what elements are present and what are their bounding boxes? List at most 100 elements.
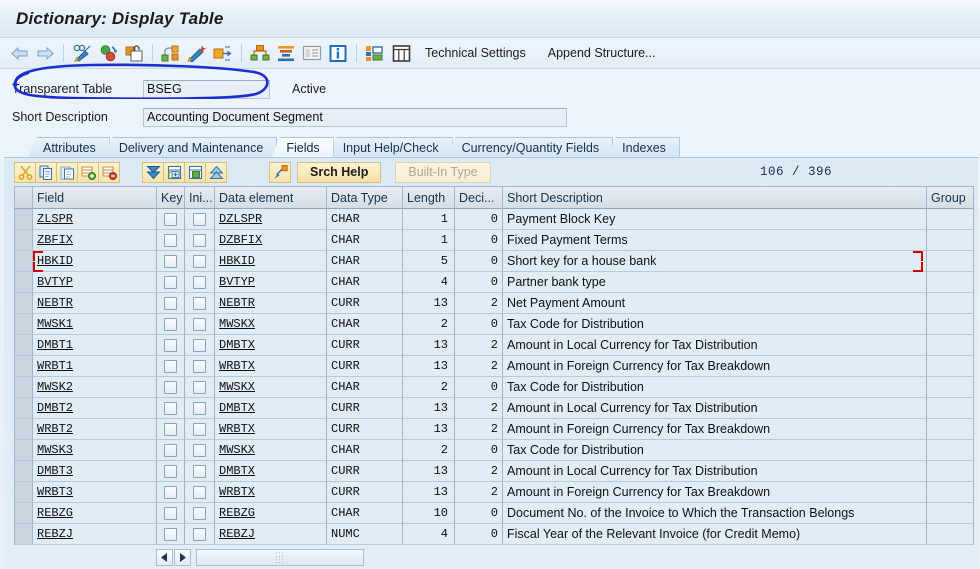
tab-currency-quantity-fields[interactable]: Currency/Quantity Fields bbox=[446, 137, 614, 157]
cell-initial[interactable] bbox=[185, 482, 215, 503]
initial-checkbox[interactable] bbox=[193, 359, 206, 373]
column-header-data-type[interactable]: Data Type bbox=[327, 187, 403, 209]
cell-decimals[interactable]: 0 bbox=[455, 209, 503, 230]
initial-checkbox[interactable] bbox=[193, 485, 206, 499]
cell-key[interactable] bbox=[157, 440, 185, 461]
cell-data-type[interactable]: CHAR bbox=[327, 440, 403, 461]
cell-initial[interactable] bbox=[185, 272, 215, 293]
cell-length[interactable]: 2 bbox=[403, 377, 455, 398]
cell-group[interactable] bbox=[927, 251, 974, 272]
cell-key[interactable] bbox=[157, 314, 185, 335]
predefined-type-icon[interactable] bbox=[269, 161, 291, 183]
cell-data-type[interactable]: CURR bbox=[327, 293, 403, 314]
cell-initial[interactable] bbox=[185, 524, 215, 545]
expand-all-icon[interactable] bbox=[142, 161, 164, 183]
cell-field[interactable]: MWSK1 bbox=[33, 314, 157, 335]
cell-key[interactable] bbox=[157, 524, 185, 545]
cell-data-element[interactable]: DMBTX bbox=[215, 335, 327, 356]
cell-length[interactable]: 13 bbox=[403, 293, 455, 314]
cell-initial[interactable] bbox=[185, 503, 215, 524]
cell-length[interactable]: 13 bbox=[403, 419, 455, 440]
row-selector[interactable] bbox=[15, 251, 33, 272]
cell-data-element[interactable]: BVTYP bbox=[215, 272, 327, 293]
cell-data-element[interactable]: MWSKX bbox=[215, 377, 327, 398]
cell-decimals[interactable]: 0 bbox=[455, 314, 503, 335]
table-row[interactable]: REBZG REBZG CHAR 10 0 Document No. of the Inv… bbox=[15, 503, 974, 524]
cell-field[interactable]: NEBTR bbox=[33, 293, 157, 314]
cut-icon[interactable] bbox=[14, 161, 36, 183]
cell-decimals[interactable]: 2 bbox=[455, 461, 503, 482]
cell-key[interactable] bbox=[157, 251, 185, 272]
append-structure-button[interactable]: Append Structure... bbox=[537, 41, 667, 65]
cell-key[interactable] bbox=[157, 230, 185, 251]
cell-short-description[interactable]: Document No. of the Invoice to Which the… bbox=[503, 503, 927, 524]
cell-field[interactable]: DMBT1 bbox=[33, 335, 157, 356]
cell-key[interactable] bbox=[157, 356, 185, 377]
table-row[interactable]: WRBT3 WRBTX CURR 13 2 Amount in Foreign Curre… bbox=[15, 482, 974, 503]
row-selector[interactable] bbox=[15, 440, 33, 461]
cell-group[interactable] bbox=[927, 503, 974, 524]
table-row[interactable]: DMBT3 DMBTX CURR 13 2 Amount in Local Currenc… bbox=[15, 461, 974, 482]
cell-data-element[interactable]: REBZJ bbox=[215, 524, 327, 545]
cell-decimals[interactable]: 0 bbox=[455, 377, 503, 398]
cell-field[interactable]: WRBT1 bbox=[33, 356, 157, 377]
cell-data-type[interactable]: CHAR bbox=[327, 314, 403, 335]
cell-short-description[interactable]: Partner bank type bbox=[503, 272, 927, 293]
row-selector[interactable] bbox=[15, 230, 33, 251]
cell-decimals[interactable]: 2 bbox=[455, 419, 503, 440]
cell-group[interactable] bbox=[927, 356, 974, 377]
table-row[interactable]: HBKID HBKID CHAR 5 0 Short key for a house ba… bbox=[15, 251, 974, 272]
key-checkbox[interactable] bbox=[164, 338, 177, 352]
key-checkbox[interactable] bbox=[164, 422, 177, 436]
cell-key[interactable] bbox=[157, 209, 185, 230]
table-row[interactable]: REBZJ REBZJ NUMC 4 0 Fiscal Year of the Relev… bbox=[15, 524, 974, 545]
initial-checkbox[interactable] bbox=[193, 464, 206, 478]
tab-delivery-and-maintenance[interactable]: Delivery and Maintenance bbox=[103, 137, 278, 157]
cell-data-type[interactable]: CHAR bbox=[327, 272, 403, 293]
cell-short-description[interactable]: Amount in Local Currency for Tax Distrib… bbox=[503, 461, 927, 482]
initial-checkbox[interactable] bbox=[193, 254, 206, 268]
key-checkbox[interactable] bbox=[164, 380, 177, 394]
table-row[interactable]: MWSK3 MWSKX CHAR 2 0 Tax Code for Distributio… bbox=[15, 440, 974, 461]
cell-initial[interactable] bbox=[185, 377, 215, 398]
cell-decimals[interactable]: 0 bbox=[455, 524, 503, 545]
cell-key[interactable] bbox=[157, 419, 185, 440]
column-header-key[interactable]: Key bbox=[157, 187, 185, 209]
cell-length[interactable]: 2 bbox=[403, 440, 455, 461]
info-icon[interactable] bbox=[325, 41, 351, 65]
cell-initial[interactable] bbox=[185, 209, 215, 230]
cell-length[interactable]: 13 bbox=[403, 461, 455, 482]
cell-short-description[interactable]: Amount in Foreign Currency for Tax Break… bbox=[503, 419, 927, 440]
copy-icon[interactable] bbox=[35, 161, 57, 183]
table-row[interactable]: MWSK2 MWSKX CHAR 2 0 Tax Code for Distributio… bbox=[15, 377, 974, 398]
table-row[interactable]: ZLSPR DZLSPR CHAR 1 0 Payment Block Key bbox=[15, 209, 974, 230]
column-header-length[interactable]: Length bbox=[403, 187, 455, 209]
cell-field[interactable]: HBKID bbox=[33, 251, 157, 272]
cell-initial[interactable] bbox=[185, 440, 215, 461]
cell-short-description[interactable]: Amount in Local Currency for Tax Distrib… bbox=[503, 398, 927, 419]
cell-key[interactable] bbox=[157, 398, 185, 419]
cell-data-type[interactable]: CURR bbox=[327, 419, 403, 440]
horizontal-scrollbar[interactable]: :::::: bbox=[156, 549, 364, 566]
initial-checkbox[interactable] bbox=[193, 422, 206, 436]
cell-key[interactable] bbox=[157, 503, 185, 524]
cell-data-type[interactable]: CHAR bbox=[327, 251, 403, 272]
cell-group[interactable] bbox=[927, 293, 974, 314]
cell-data-element[interactable]: NEBTR bbox=[215, 293, 327, 314]
cell-data-element[interactable]: WRBTX bbox=[215, 356, 327, 377]
cell-decimals[interactable]: 2 bbox=[455, 335, 503, 356]
cell-data-element[interactable]: WRBTX bbox=[215, 482, 327, 503]
cell-length[interactable]: 2 bbox=[403, 314, 455, 335]
cell-data-element[interactable]: DMBTX bbox=[215, 398, 327, 419]
initial-checkbox[interactable] bbox=[193, 380, 206, 394]
cell-field[interactable]: BVTYP bbox=[33, 272, 157, 293]
table-name-input[interactable]: BSEG bbox=[143, 79, 270, 99]
cell-key[interactable] bbox=[157, 272, 185, 293]
column-header-short-description[interactable]: Short Description bbox=[503, 187, 927, 209]
table-row[interactable]: BVTYP BVTYP CHAR 4 0 Partner bank type bbox=[15, 272, 974, 293]
cell-short-description[interactable]: Amount in Local Currency for Tax Distrib… bbox=[503, 335, 927, 356]
cell-data-element[interactable]: DZLSPR bbox=[215, 209, 327, 230]
cell-group[interactable] bbox=[927, 377, 974, 398]
key-checkbox[interactable] bbox=[164, 233, 177, 247]
cell-field[interactable]: ZLSPR bbox=[33, 209, 157, 230]
